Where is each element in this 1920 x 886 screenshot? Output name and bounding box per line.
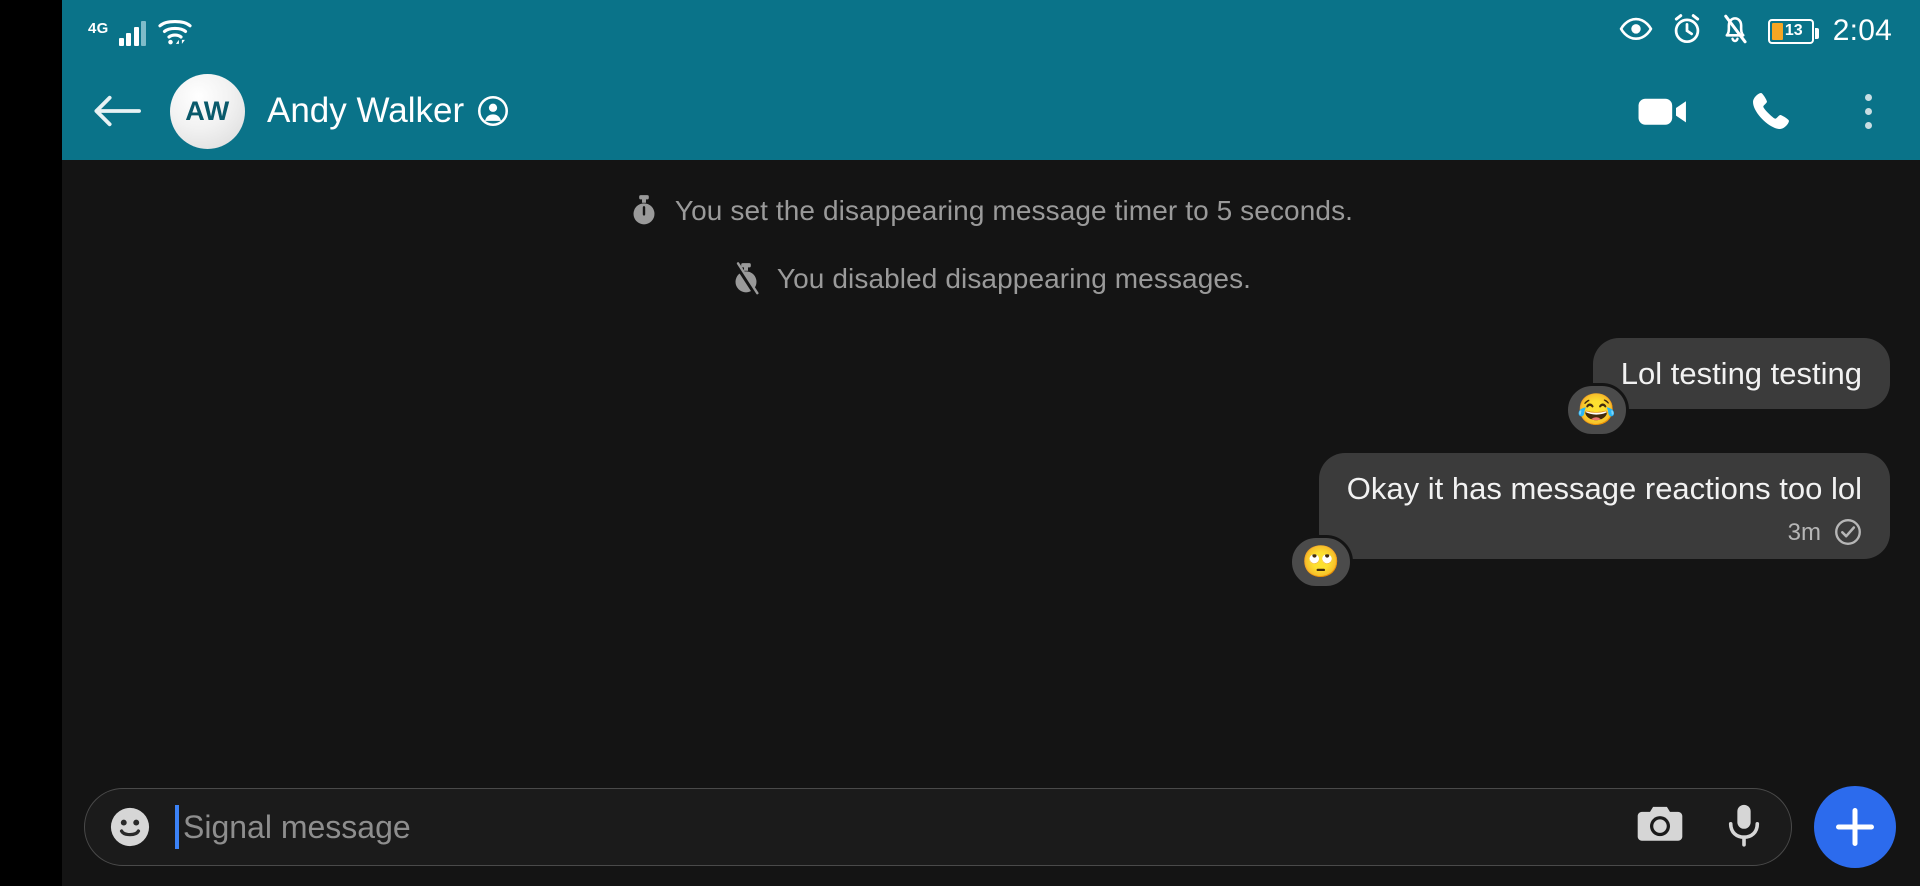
message-row: Okay it has message reactions too lol 3m… xyxy=(92,452,1890,589)
signal-bars-icon xyxy=(118,20,147,46)
back-button[interactable] xyxy=(86,80,148,142)
timer-off-icon xyxy=(731,262,761,296)
network-type-label: 4G xyxy=(88,20,109,37)
eye-icon xyxy=(1619,16,1653,47)
text-cursor xyxy=(175,805,179,849)
message-text: Lol testing testing xyxy=(1620,356,1862,391)
compose-inline-actions xyxy=(1635,802,1769,853)
delivered-check-icon xyxy=(1834,518,1862,546)
system-message: You set the disappearing message timer t… xyxy=(92,194,1890,228)
device-screen: 4G 13 2:04 AW Andy Walker You set the di… xyxy=(0,0,1920,886)
person-circle-icon xyxy=(477,95,509,127)
message-reaction[interactable]: 🙄 xyxy=(1288,534,1353,589)
system-message-text: You disabled disappearing messages. xyxy=(776,263,1252,294)
system-message: You disabled disappearing messages. xyxy=(92,262,1890,296)
timer-icon xyxy=(629,194,659,228)
status-bar: 4G 13 2:04 xyxy=(62,0,1920,62)
message-list[interactable]: You set the disappearing message timer t… xyxy=(62,160,1920,768)
bell-off-icon xyxy=(1721,14,1749,49)
signal-chat-app: 4G 13 2:04 AW Andy Walker You set the di… xyxy=(62,0,1920,886)
message-meta: 3m xyxy=(1347,518,1862,547)
message-bubble-outgoing[interactable]: Lol testing testing 😂 xyxy=(1564,338,1890,437)
overflow-menu-button[interactable] xyxy=(1853,86,1884,137)
alarm-clock-icon xyxy=(1672,13,1702,49)
message-reaction[interactable]: 😂 xyxy=(1564,382,1629,437)
clock-label: 2:04 xyxy=(1832,14,1892,47)
contact-name-label: Andy Walker xyxy=(267,91,465,130)
message-input-container[interactable]: Signal message xyxy=(84,788,1792,866)
avatar-initials: AW xyxy=(185,95,230,126)
message-text: Okay it has message reactions too lol xyxy=(1346,470,1862,506)
status-bar-right: 13 2:04 xyxy=(1619,13,1892,49)
message-bubble-outgoing[interactable]: Okay it has message reactions too lol 3m… xyxy=(1288,452,1890,589)
contact-header[interactable]: Andy Walker xyxy=(267,91,509,131)
battery-indicator: 13 xyxy=(1767,18,1819,44)
wifi-icon xyxy=(156,16,194,46)
attach-button[interactable] xyxy=(1814,786,1896,868)
system-message-text: You set the disappearing message timer t… xyxy=(674,195,1354,226)
camera-icon[interactable] xyxy=(1635,803,1685,852)
message-timestamp: 3m xyxy=(1787,518,1821,546)
compose-bar: Signal message xyxy=(62,768,1920,886)
message-row: Lol testing testing 😂 xyxy=(92,338,1890,437)
voice-call-button[interactable] xyxy=(1749,89,1793,133)
toolbar-actions xyxy=(1637,86,1894,137)
message-list-spacer xyxy=(92,559,1890,768)
video-call-button[interactable] xyxy=(1637,92,1689,130)
contact-avatar[interactable]: AW xyxy=(170,73,245,149)
chat-toolbar: AW Andy Walker xyxy=(62,62,1920,160)
message-input[interactable]: Signal message xyxy=(183,809,1635,846)
status-bar-left: 4G xyxy=(88,16,194,46)
battery-percent-label: 13 xyxy=(1784,22,1803,39)
emoji-smiley-icon[interactable] xyxy=(107,804,153,850)
microphone-icon[interactable] xyxy=(1725,802,1763,853)
